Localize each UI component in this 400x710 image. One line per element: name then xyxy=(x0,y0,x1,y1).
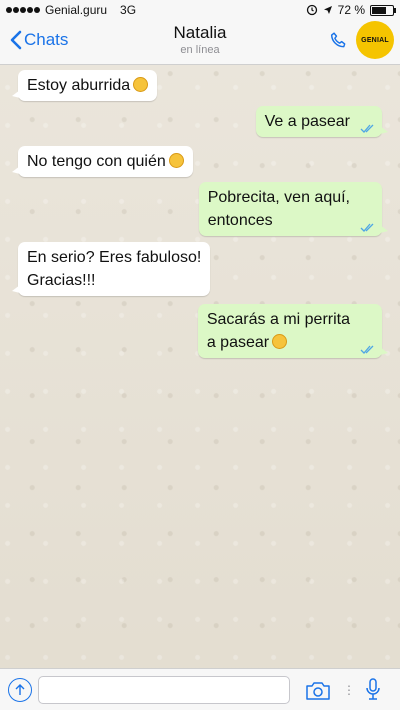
upload-arrow-icon xyxy=(15,684,25,695)
message-bubble-outgoing[interactable]: Ve a pasear xyxy=(255,106,389,137)
message-text: Estoy aburrida xyxy=(27,77,131,94)
message-input[interactable] xyxy=(38,676,290,704)
message-bubble-incoming[interactable]: Estoy aburrida xyxy=(11,70,158,101)
attach-button[interactable] xyxy=(8,678,32,702)
alarm-lock-icon xyxy=(306,4,317,16)
call-button[interactable] xyxy=(328,30,350,57)
status-left: Genial.guru 3G xyxy=(6,3,136,17)
message-text: Pobrecita, ven aquí, xyxy=(207,189,350,206)
camera-icon xyxy=(306,682,330,700)
status-bar: Genial.guru 3G 72 % xyxy=(0,0,400,20)
conversation-header: Chats Natalia en línea GENIAL xyxy=(0,20,400,65)
message-text: Sacarás a mi perrita xyxy=(206,311,350,328)
message-bubble-incoming[interactable]: No tengo con quién xyxy=(12,146,193,177)
read-receipt-icon xyxy=(360,124,374,133)
microphone-icon xyxy=(366,678,380,700)
message-text-line-2: Gracias!!! xyxy=(27,272,96,289)
status-right: 72 % xyxy=(306,3,396,17)
message-text-line-2: a pasear xyxy=(207,331,350,354)
network-type: 3G xyxy=(120,3,137,17)
phone-icon xyxy=(330,32,346,48)
message-composer: ⋮ xyxy=(0,668,400,710)
confused-face-icon xyxy=(168,153,184,168)
message-text-line-2: entonces xyxy=(207,212,273,229)
battery-icon xyxy=(370,4,396,16)
message-text: No tengo con quién xyxy=(27,153,166,170)
location-arrow-icon xyxy=(323,6,332,14)
carrier-name: Genial.guru xyxy=(45,3,108,17)
message-list[interactable]: Estoy aburrida Ve a pasear No tengo con … xyxy=(0,64,400,668)
worried-face-icon xyxy=(133,77,149,92)
message-text: En serio? Eres fabuloso! xyxy=(27,249,202,266)
message-text-line-2-words: a pasear xyxy=(206,334,270,351)
message-bubble-outgoing[interactable]: Pobrecita, ven aquí, entonces xyxy=(198,182,389,236)
message-text: Ve a pasear xyxy=(264,113,350,130)
brand-logo: GENIAL xyxy=(356,21,394,59)
battery-fill xyxy=(372,6,386,14)
battery-percentage: 72 % xyxy=(337,3,365,17)
message-bubble-incoming[interactable]: En serio? Eres fabuloso! Gracias!!! xyxy=(11,242,211,296)
read-receipt-icon xyxy=(360,345,374,354)
message-bubble-outgoing[interactable]: Sacarás a mi perrita a pasear xyxy=(197,304,389,358)
chat-screen: Genial.guru 3G 72 % Chats Natalia en lín… xyxy=(0,0,400,710)
camera-button[interactable] xyxy=(305,681,331,706)
read-receipt-icon xyxy=(360,223,374,232)
voice-record-button[interactable] xyxy=(365,678,381,707)
signal-strength-icon xyxy=(6,7,40,13)
grinning-face-icon xyxy=(272,334,288,349)
composer-separator: ⋮ xyxy=(343,683,356,697)
